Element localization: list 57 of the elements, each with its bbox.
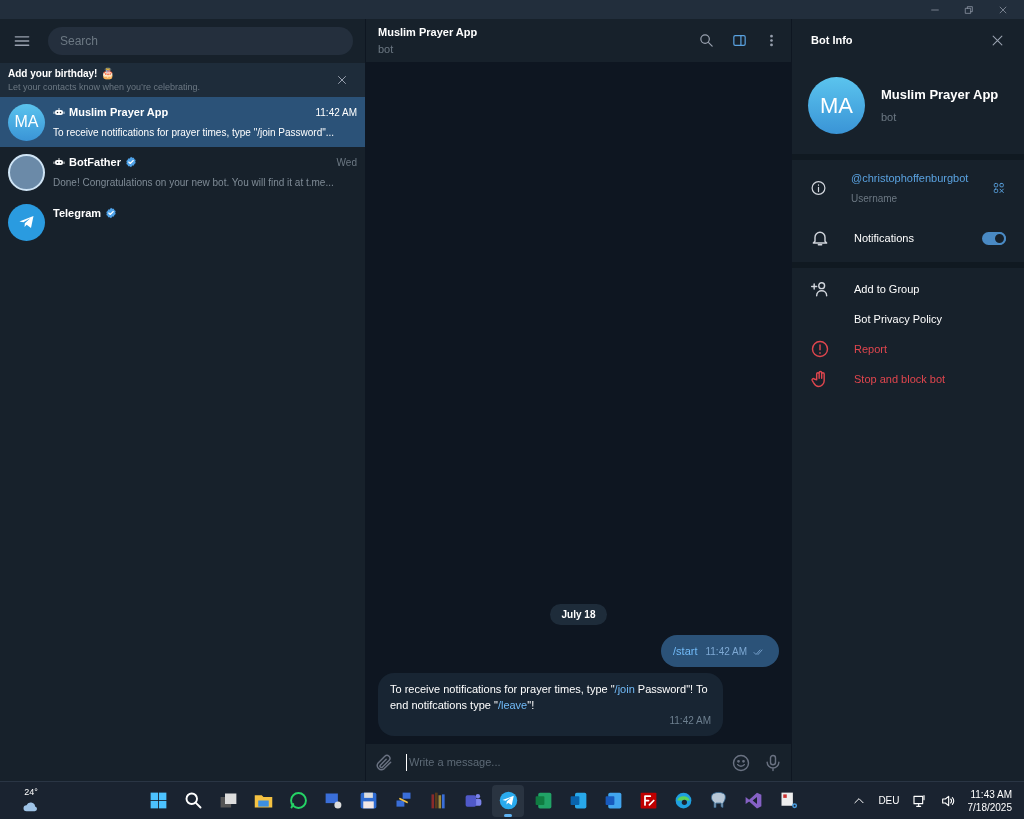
clock-date: 7/18/2025 xyxy=(967,800,1012,814)
action-item[interactable]: Report xyxy=(792,334,1024,364)
username-label: Username xyxy=(851,191,899,206)
chat-preview: Done! Congratulations on your new bot. You will find it at t.me... xyxy=(53,176,335,191)
chat-name: Telegram xyxy=(53,206,102,221)
message-text: To receive notifications for prayer times, type "/join Password"! To end notifcations type "/leave"! xyxy=(390,682,709,713)
network-status-icon[interactable] xyxy=(911,792,928,809)
side-panel-icon[interactable] xyxy=(731,32,748,49)
cake-emoji: 🎂 xyxy=(101,67,116,79)
temperature-label: 24° xyxy=(24,786,38,797)
message-input[interactable]: Write a message... xyxy=(406,754,719,771)
action-item[interactable]: Add to Group xyxy=(792,274,1024,304)
close-icon[interactable] xyxy=(998,4,1008,15)
add-person-icon xyxy=(810,279,830,299)
notifications-toggle[interactable] xyxy=(982,231,1006,245)
message-time: 11:42 AM xyxy=(705,645,747,659)
action-item[interactable]: Bot Privacy Policy xyxy=(792,304,1024,334)
emoji-icon[interactable] xyxy=(731,752,751,773)
taskbar-app[interactable] xyxy=(492,784,525,817)
chat-bubble-icon xyxy=(287,790,309,811)
search-field[interactable]: Search xyxy=(48,26,353,55)
profile-subtitle: bot xyxy=(881,109,898,125)
profile-name: Muslim Prayer App xyxy=(881,86,999,104)
clock-time: 11:43 AM xyxy=(970,787,1012,801)
chat-title: Muslim Prayer App xyxy=(378,25,479,40)
paperclip-icon[interactable] xyxy=(374,752,394,773)
message-time: 11:42 AM xyxy=(669,714,711,728)
close-icon[interactable] xyxy=(990,33,1005,48)
avatar: MA xyxy=(8,103,45,141)
chat-name: BotFather xyxy=(69,154,121,170)
banner-subtitle: Let your contacts know when you’re celebrating. xyxy=(8,80,202,94)
photo-placeholder xyxy=(8,153,45,191)
chat-time: 11:42 AM xyxy=(315,105,357,120)
microphone-icon[interactable] xyxy=(763,752,783,773)
search-icon[interactable] xyxy=(698,32,715,49)
info-icon xyxy=(810,178,827,198)
chat-time: Wed xyxy=(336,155,357,170)
chat-preview: To receive notifications for prayer times, type "/join Password"... xyxy=(53,126,336,141)
username-link[interactable]: @christophoffenburgbot xyxy=(851,170,969,187)
qr-code-icon[interactable] xyxy=(992,180,1006,196)
chat-list-item[interactable]: MA Muslim Prayer App 11:42 AM To receive notifications for prayer times, type "/join Password"... xyxy=(0,97,365,147)
language-indicator[interactable]: DEU xyxy=(878,793,900,808)
restore-icon[interactable] xyxy=(964,4,974,15)
chat-list-item[interactable]: Telegram xyxy=(0,197,365,247)
warning-icon xyxy=(810,339,830,359)
chat-name: Muslim Prayer App xyxy=(69,104,169,120)
close-icon[interactable] xyxy=(335,73,349,87)
paper-plane-icon xyxy=(497,790,519,811)
notifications-label: Notifications xyxy=(854,230,915,246)
chat-subtitle: bot xyxy=(378,41,395,57)
action-item[interactable]: Stop and block bot xyxy=(792,364,1024,394)
banner-title: Add your birthday! xyxy=(8,66,98,81)
message-text: /start xyxy=(673,644,698,659)
avatar: MA xyxy=(808,76,865,134)
date-label: July 18 xyxy=(549,604,608,625)
chat-list-item[interactable]: BotFather Wed Done! Congratulations on your new bot. You will find it at t.me... xyxy=(0,147,365,197)
panel-title: Bot Info xyxy=(811,33,854,49)
